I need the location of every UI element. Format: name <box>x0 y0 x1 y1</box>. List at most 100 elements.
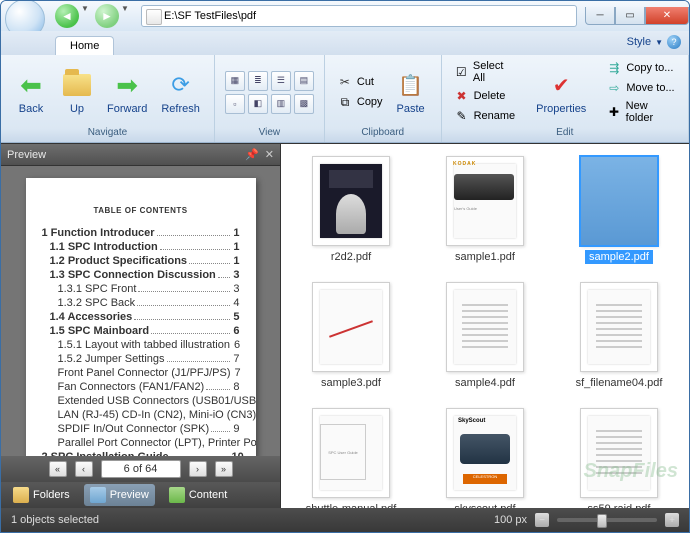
history-back-button[interactable]: ◄ <box>55 4 79 28</box>
view-medium-icons[interactable]: ◧ <box>248 94 268 114</box>
page-prev-button[interactable]: ‹ <box>75 461 93 477</box>
history-forward-button[interactable]: ► <box>95 4 119 28</box>
zoom-in-button[interactable]: + <box>665 513 679 527</box>
back-button[interactable]: ⬅Back <box>9 67 53 117</box>
file-thumbnail <box>580 156 658 246</box>
history-forward-menu[interactable]: ▼ <box>121 4 133 28</box>
file-item[interactable]: SPC User Guideshuttle-manual.pdf <box>302 408 401 508</box>
toc-line: Fan Connectors (FAN1/FAN2)8 <box>42 381 240 393</box>
paste-button[interactable]: 📋Paste <box>389 67 433 117</box>
file-thumbnail <box>312 282 390 372</box>
file-name: sample2.pdf <box>585 250 653 264</box>
forward-button[interactable]: ➡Forward <box>101 67 153 117</box>
preview-pager: « ‹ 6 of 64 › » <box>1 456 280 482</box>
status-text: 1 objects selected <box>11 514 99 526</box>
tab-content[interactable]: Content <box>163 484 234 506</box>
toc-line: 1.5.2 Jumper Settings7 <box>42 353 240 365</box>
page-last-button[interactable]: » <box>215 461 233 477</box>
zoom-slider[interactable] <box>557 518 657 522</box>
tab-preview[interactable]: Preview <box>84 484 155 506</box>
toc-line: 1.4 Accessories5 <box>42 311 240 323</box>
document-heading: TABLE OF CONTENTS <box>42 206 240 215</box>
toc-line: 1 Function Introducer1 <box>42 227 240 239</box>
file-item[interactable]: ss59 raid.pdf <box>580 408 658 508</box>
file-name: sf_filename04.pdf <box>572 376 667 390</box>
refresh-button[interactable]: ⟳Refresh <box>155 67 206 117</box>
file-item[interactable]: sample4.pdf <box>446 282 524 390</box>
select-all-button[interactable]: ☑Select All <box>450 59 521 85</box>
close-button[interactable]: ✕ <box>645 7 689 25</box>
view-details[interactable]: ☰ <box>271 71 291 91</box>
file-item[interactable]: r2d2.pdf <box>312 156 390 264</box>
toc-line: Parallel Port Connector (LPT), Printer P… <box>42 437 240 449</box>
style-menu[interactable]: Style <box>627 36 651 48</box>
select-all-icon: ☑ <box>454 64 469 80</box>
toc-line: 1.3.2 SPC Back4 <box>42 297 240 309</box>
file-list[interactable]: r2d2.pdf KODAKUser's Guide sample1.pdf samp… <box>281 144 689 508</box>
image-icon <box>90 487 106 503</box>
zoom-out-button[interactable]: − <box>535 513 549 527</box>
view-tiles[interactable]: ▤ <box>294 71 314 91</box>
group-label-clipboard: Clipboard <box>361 125 404 140</box>
preview-pin-icon[interactable]: 📌 <box>245 148 259 161</box>
view-list[interactable]: ≣ <box>248 71 268 91</box>
view-small-icons[interactable]: ▫ <box>225 94 245 114</box>
file-item[interactable]: KODAKUser's Guide sample1.pdf <box>446 156 524 264</box>
toc-line: 1.5 SPC Mainboard6 <box>42 325 240 337</box>
copy-to-button[interactable]: ⇶Copy to... <box>602 59 680 77</box>
view-large-icons[interactable]: ▦ <box>225 71 245 91</box>
view-thumbnails[interactable]: ▩ <box>294 94 314 114</box>
history-back-menu[interactable]: ▼ <box>81 4 93 28</box>
group-label-view: View <box>259 125 281 140</box>
new-folder-button[interactable]: ✚New folder <box>602 99 680 125</box>
rename-icon: ✎ <box>454 108 470 124</box>
style-chevron-icon[interactable]: ▼ <box>655 38 663 47</box>
preview-title: Preview <box>7 149 46 161</box>
preview-pane: Preview 📌 ✕ TABLE OF CONTENTS 1 Function … <box>1 144 281 508</box>
toc-line: 1.5.1 Layout with tabbed illustration6 <box>42 339 240 351</box>
content-icon <box>169 487 185 503</box>
help-icon[interactable]: ? <box>667 35 681 49</box>
file-item[interactable]: sf_filename04.pdf <box>572 282 667 390</box>
delete-icon: ✖ <box>454 88 470 104</box>
maximize-button[interactable]: ▭ <box>615 7 645 25</box>
file-thumbnail: KODAKUser's Guide <box>446 156 524 246</box>
toc-line: Front Panel Connector (J1/PFJ/PS)7 <box>42 367 240 379</box>
file-thumbnail <box>446 282 524 372</box>
file-thumbnail <box>312 156 390 246</box>
tab-folders[interactable]: Folders <box>7 484 76 506</box>
copy-button[interactable]: ⧉Copy <box>333 93 387 111</box>
page-indicator[interactable]: 6 of 64 <box>101 460 181 478</box>
file-item[interactable]: sample2.pdf <box>580 156 658 264</box>
new-folder-icon: ✚ <box>606 104 621 120</box>
cut-button[interactable]: ✂Cut <box>333 73 387 91</box>
rename-button[interactable]: ✎Rename <box>450 107 521 125</box>
status-bar: 1 objects selected 100 px − + <box>1 508 689 532</box>
preview-document: TABLE OF CONTENTS 1 Function Introducer1… <box>26 178 256 456</box>
ribbon-tabs: Home Style ▼ ? <box>1 31 689 55</box>
minimize-button[interactable]: ─ <box>585 7 615 25</box>
page-first-button[interactable]: « <box>49 461 67 477</box>
address-bar[interactable]: E:\SF TestFiles\pdf <box>141 5 577 27</box>
file-item[interactable]: SkyScoutCELESTRONskyscout.pdf <box>446 408 524 508</box>
move-to-button[interactable]: ⇨Move to... <box>602 79 680 97</box>
ribbon: ⬅Back Up ➡Forward ⟳Refresh Navigate ▦ ≣ … <box>1 55 689 143</box>
tab-home[interactable]: Home <box>55 36 114 55</box>
view-content[interactable]: ▥ <box>271 94 291 114</box>
file-thumbnail <box>580 282 658 372</box>
delete-button[interactable]: ✖Delete <box>450 87 521 105</box>
up-button[interactable]: Up <box>55 67 99 117</box>
properties-button[interactable]: ✔Properties <box>530 67 592 117</box>
file-name: sample1.pdf <box>451 250 519 264</box>
file-name: sample3.pdf <box>317 376 385 390</box>
file-item[interactable]: sample3.pdf <box>312 282 390 390</box>
page-next-button[interactable]: › <box>189 461 207 477</box>
scissors-icon: ✂ <box>337 74 353 90</box>
group-label-navigate: Navigate <box>88 125 127 140</box>
toc-line: SPDIF In/Out Connector (SPK)9 <box>42 423 240 435</box>
file-thumbnail: SkyScoutCELESTRON <box>446 408 524 498</box>
toc-line: 1.3.1 SPC Front3 <box>42 283 240 295</box>
titlebar: ◄ ▼ ► ▼ E:\SF TestFiles\pdf ─ ▭ ✕ <box>1 1 689 31</box>
preview-close-icon[interactable]: ✕ <box>265 148 274 161</box>
toc-line: 1.3 SPC Connection Discussion3 <box>42 269 240 281</box>
